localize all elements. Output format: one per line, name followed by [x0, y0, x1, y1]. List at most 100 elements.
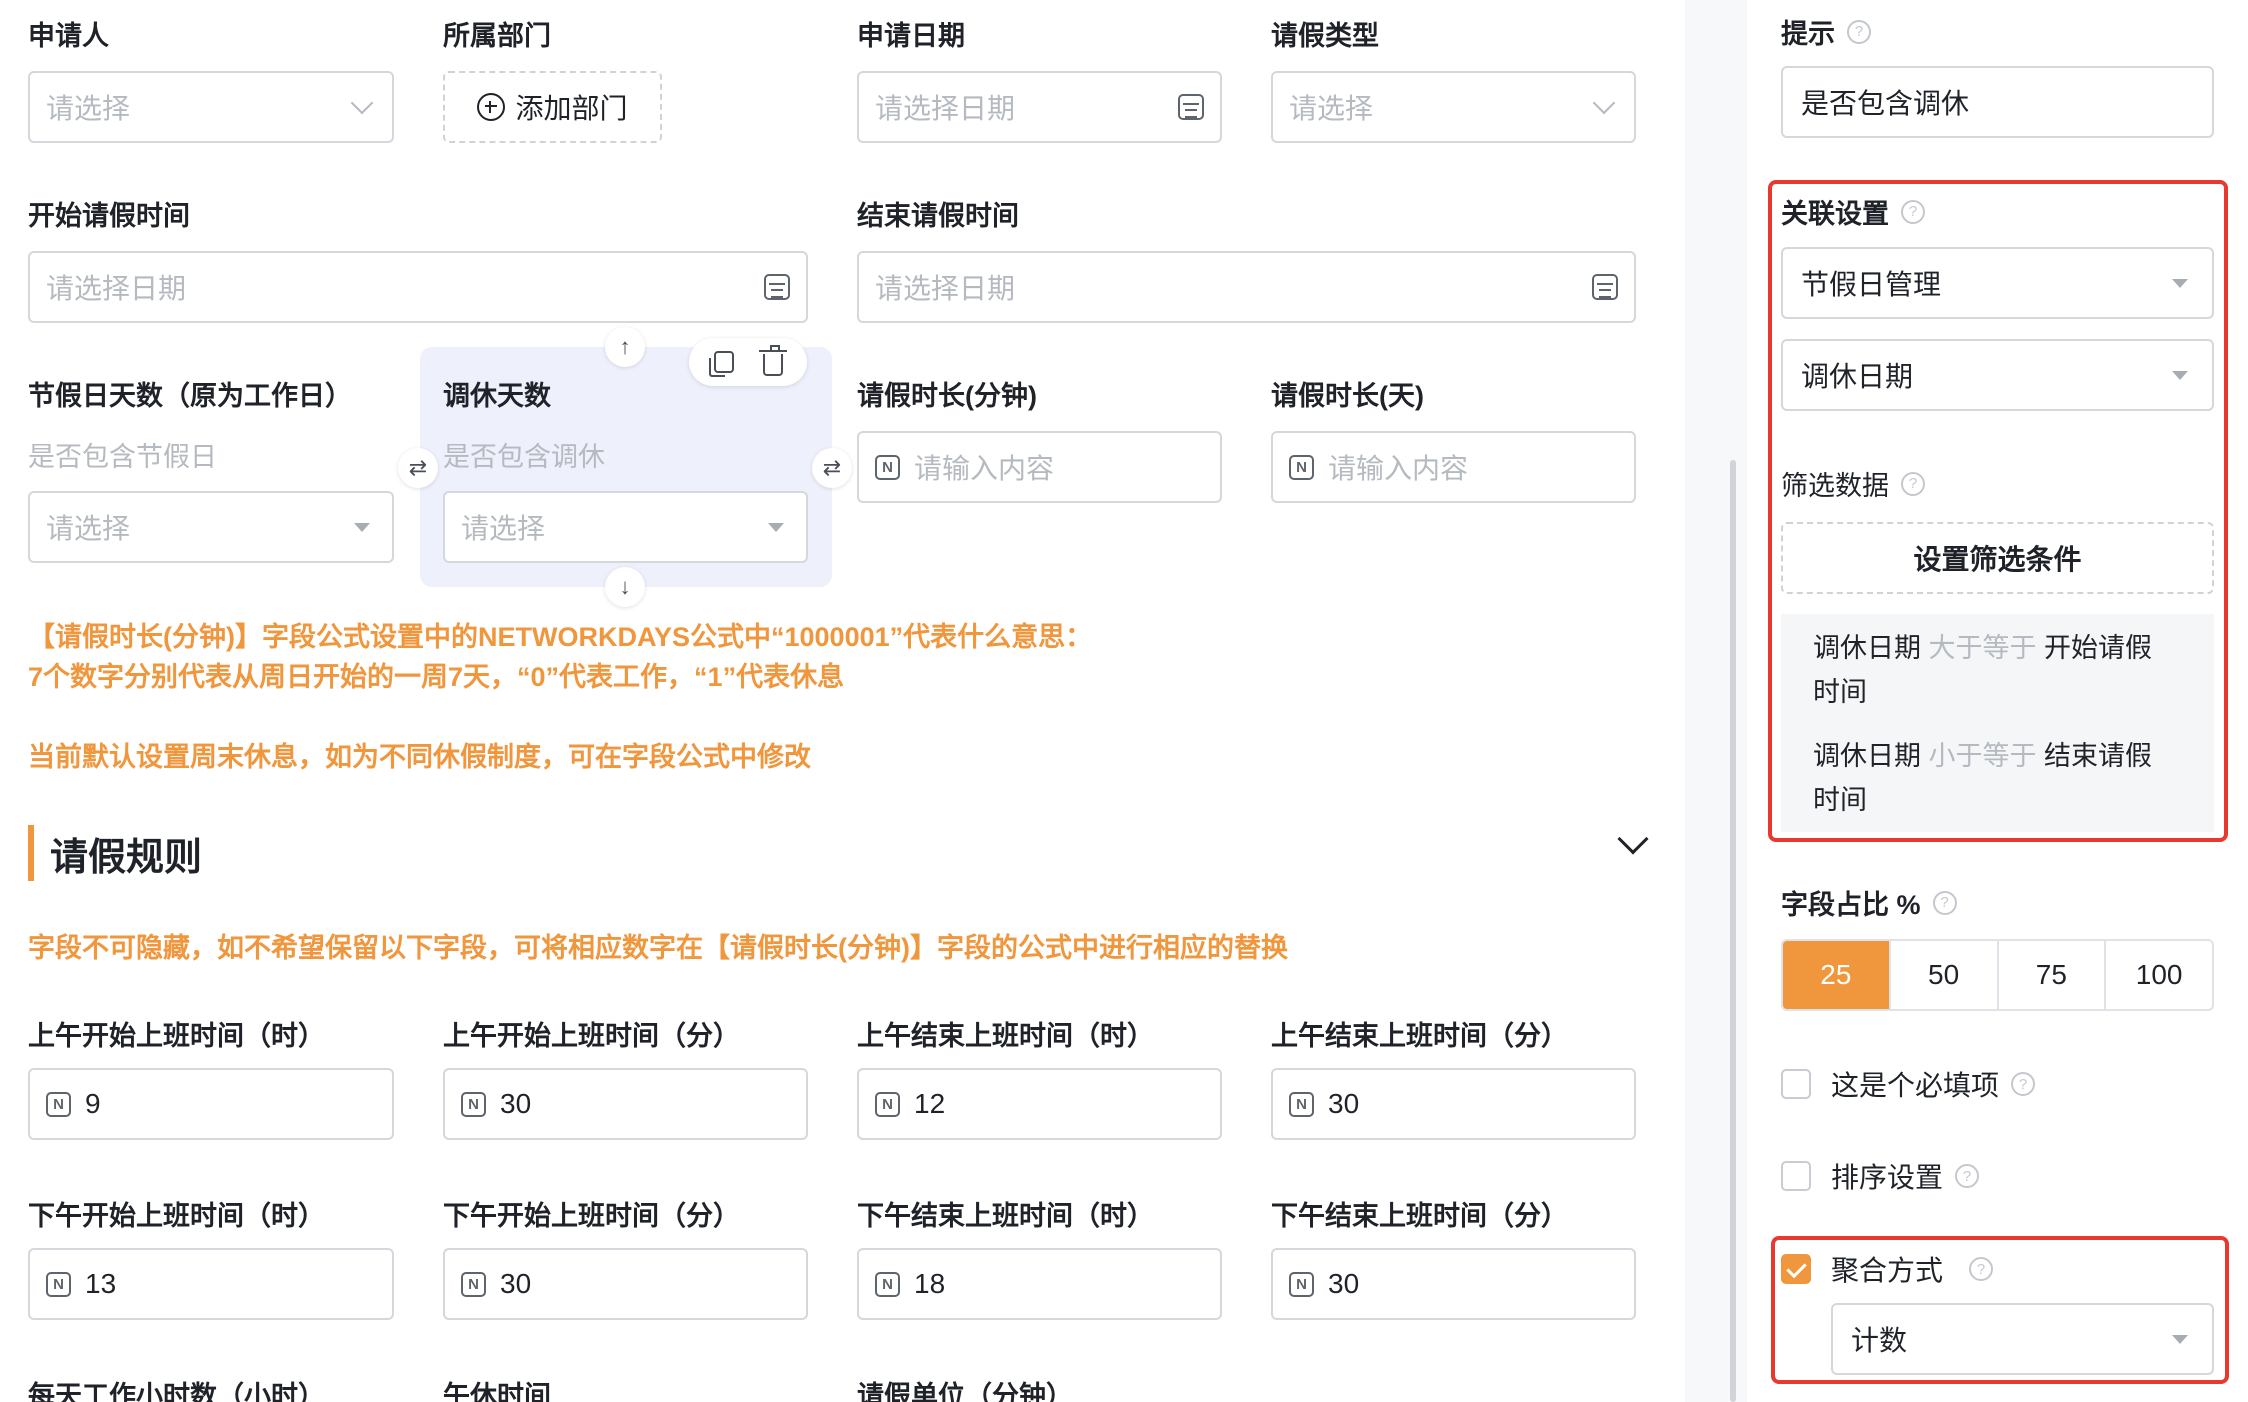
- duration-day-placeholder: 请输入内容: [1328, 453, 1469, 484]
- condition-field: 调休日期: [1813, 633, 1921, 663]
- comp-days-placeholder: 请选择: [461, 513, 546, 544]
- field-toolbar: [689, 338, 807, 386]
- condition-operator: 大于等于: [1928, 633, 2037, 663]
- field-label-department: 所属部门: [443, 21, 551, 51]
- aggregation-select[interactable]: 计数: [1831, 1303, 2214, 1375]
- field-label-applicant: 申请人: [28, 21, 109, 51]
- filter-condition[interactable]: 调休日期 大于等于 开始请假 时间: [1813, 626, 2183, 714]
- pm-start-min-input[interactable]: N 30: [443, 1248, 808, 1320]
- formula-note-1: 【请假时长(分钟)】字段公式设置中的NETWORKDAYS公式中“1000001…: [28, 622, 1093, 652]
- pm-start-hour-input[interactable]: N 13: [28, 1248, 394, 1320]
- required-option[interactable]: 这是个必填项 ?: [1781, 1064, 2036, 1104]
- trash-icon[interactable]: [758, 345, 787, 376]
- set-filter-button[interactable]: 设置筛选条件: [1781, 522, 2214, 594]
- add-department-label: 添加部门: [515, 93, 628, 124]
- comp-days-hint: 是否包含调休: [443, 442, 605, 472]
- hint-label: 提示: [1781, 19, 1835, 49]
- link-field-select[interactable]: 调休日期: [1781, 339, 2214, 411]
- sort-option[interactable]: 排序设置 ?: [1781, 1156, 1980, 1196]
- question-icon[interactable]: ?: [1901, 471, 1925, 496]
- field-label-pm-start-min: 下午开始上班时间（分）: [443, 1201, 740, 1231]
- start-time-picker[interactable]: 请选择日期: [28, 251, 808, 323]
- ratio-option-100[interactable]: 100: [2104, 941, 2212, 1009]
- am-end-min-input[interactable]: N 30: [1271, 1068, 1636, 1140]
- duration-min-input[interactable]: N 请输入内容: [857, 431, 1222, 503]
- swap-right-icon[interactable]: ⇄: [812, 448, 852, 488]
- holiday-days-placeholder: 请选择: [46, 513, 131, 544]
- number-icon: N: [875, 1091, 900, 1117]
- am-end-min-value: 30: [1328, 1088, 1360, 1119]
- field-label-start-time: 开始请假时间: [28, 201, 190, 231]
- aggregation-value: 计数: [1851, 1325, 1908, 1356]
- field-label-pm-end-hour: 下午结束上班时间（时）: [857, 1201, 1154, 1231]
- section-title: 请假规则: [50, 836, 203, 879]
- field-label-leave-type: 请假类型: [1271, 21, 1379, 51]
- am-start-hour-input[interactable]: N 9: [28, 1068, 394, 1140]
- condition-target: 结束请假: [2044, 741, 2153, 771]
- leave-type-select[interactable]: 请选择: [1271, 71, 1636, 143]
- question-icon[interactable]: ?: [1932, 890, 1957, 915]
- condition-target: 开始请假: [2044, 633, 2153, 663]
- applicant-select[interactable]: 请选择: [28, 71, 394, 143]
- ratio-option-25[interactable]: 25: [1783, 941, 1889, 1009]
- number-icon: N: [461, 1271, 486, 1297]
- holiday-days-hint: 是否包含节假日: [28, 442, 217, 472]
- comp-days-select[interactable]: 请选择: [443, 491, 808, 563]
- scrollbar[interactable]: [1730, 460, 1736, 1402]
- hint-input[interactable]: 是否包含调休: [1781, 66, 2214, 138]
- ratio-option-50[interactable]: 50: [1888, 941, 1997, 1009]
- applicant-placeholder: 请选择: [46, 93, 131, 124]
- question-icon[interactable]: ?: [1955, 1164, 1980, 1188]
- required-checkbox[interactable]: [1781, 1069, 1811, 1099]
- field-label-pm-start-hour: 下午开始上班时间（时）: [28, 1201, 325, 1231]
- add-department-button[interactable]: 添加部门: [443, 71, 662, 143]
- pm-end-hour-value: 18: [914, 1268, 946, 1299]
- aggregation-option[interactable]: 聚合方式 ?: [1781, 1249, 1994, 1289]
- section-note: 字段不可隐藏，如不希望保留以下字段，可将相应数字在【请假时长(分钟)】字段的公式…: [28, 933, 1288, 963]
- filter-condition[interactable]: 调休日期 小于等于 结束请假 时间: [1813, 734, 2183, 822]
- question-icon[interactable]: ?: [1901, 199, 1925, 224]
- aggregation-checkbox[interactable]: [1781, 1254, 1811, 1284]
- am-start-min-input[interactable]: N 30: [443, 1068, 808, 1140]
- ratio-option-75[interactable]: 75: [1996, 941, 2105, 1009]
- field-label-comp-days: 调休天数: [443, 381, 551, 411]
- am-end-hour-input[interactable]: N 12: [857, 1068, 1222, 1140]
- question-icon[interactable]: ?: [1969, 1257, 1994, 1281]
- apply-date-picker[interactable]: 请选择日期: [857, 71, 1222, 143]
- field-label-pm-end-min: 下午结束上班时间（分）: [1271, 1201, 1568, 1231]
- number-icon: N: [461, 1091, 486, 1117]
- number-icon: N: [46, 1271, 71, 1297]
- sort-checkbox[interactable]: [1781, 1161, 1811, 1191]
- move-up-icon[interactable]: ↑: [605, 327, 645, 367]
- move-down-icon[interactable]: ↓: [605, 567, 645, 607]
- question-icon[interactable]: ?: [2011, 1072, 2036, 1096]
- plus-circle-icon: [477, 93, 506, 121]
- hint-value: 是否包含调休: [1801, 88, 1970, 119]
- filter-label-row: 筛选数据 ?: [1781, 464, 1925, 503]
- collapse-chevron-icon[interactable]: [1617, 823, 1649, 855]
- duration-day-input[interactable]: N 请输入内容: [1271, 431, 1636, 503]
- swap-left-icon[interactable]: ⇄: [398, 448, 438, 488]
- field-label-leave-unit: 请假单位（分钟）: [857, 1381, 1073, 1402]
- end-time-picker[interactable]: 请选择日期: [857, 251, 1636, 323]
- formula-note-2: 7个数字分别代表从周日开始的一周7天，“0”代表工作，“1”代表休息: [28, 662, 845, 692]
- caret-down-icon: [768, 522, 784, 532]
- number-icon: N: [1289, 1271, 1314, 1297]
- holiday-days-select[interactable]: 请选择: [28, 491, 394, 563]
- pm-end-min-input[interactable]: N 30: [1271, 1248, 1636, 1320]
- link-source-select[interactable]: 节假日管理: [1781, 247, 2214, 319]
- question-icon[interactable]: ?: [1847, 19, 1871, 44]
- pm-end-hour-input[interactable]: N 18: [857, 1248, 1222, 1320]
- condition-operator: 小于等于: [1928, 741, 2037, 771]
- end-time-placeholder: 请选择日期: [875, 273, 1016, 304]
- section-accent-bar: [28, 825, 34, 881]
- sort-label: 排序设置: [1831, 1162, 1944, 1193]
- am-end-hour-value: 12: [914, 1088, 946, 1119]
- leave-type-placeholder: 请选择: [1289, 93, 1374, 124]
- copy-icon[interactable]: [708, 351, 734, 377]
- link-field-value: 调休日期: [1801, 361, 1914, 392]
- number-icon: N: [875, 1271, 900, 1297]
- condition-target-wrap: 时间: [1813, 677, 1867, 707]
- canvas-gutter: [1685, 0, 1747, 1402]
- hint-label-row: 提示 ?: [1781, 12, 1871, 51]
